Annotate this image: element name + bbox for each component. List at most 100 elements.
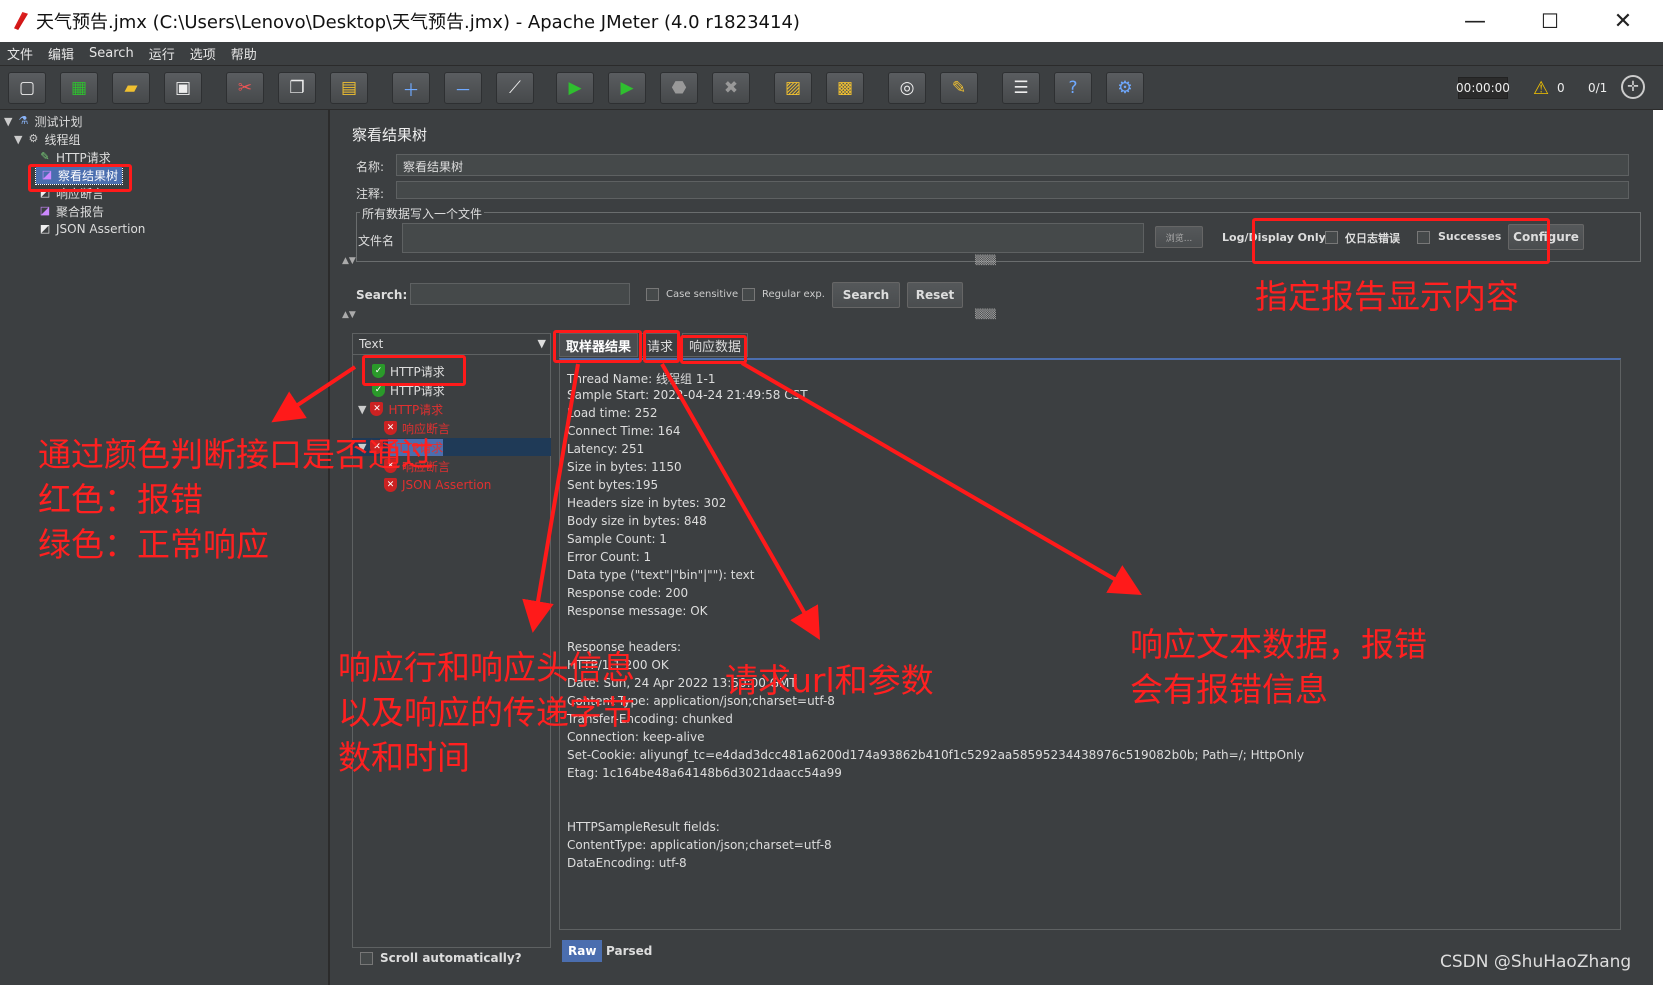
stop-icon[interactable]: ⬣	[660, 72, 698, 104]
function-helper-icon[interactable]: ☰	[1002, 72, 1040, 104]
tree-item-label: 聚合报告	[56, 204, 105, 219]
renderer-select[interactable]: Text ▼	[352, 333, 551, 355]
split-divider[interactable]: ▲▼ ▒▒▒	[340, 256, 1653, 266]
panel-title: 察看结果树	[352, 126, 428, 144]
maximize-button[interactable]: ☐	[1515, 0, 1585, 42]
errors-only-checkbox[interactable]	[1325, 231, 1338, 244]
search-input[interactable]	[410, 283, 630, 305]
detail-line: Sample Start: 2022-04-24 21:49:58 CST	[567, 388, 808, 402]
menu-options[interactable]: 选项	[190, 44, 216, 63]
menu-file[interactable]: 文件	[7, 44, 33, 63]
cut-icon[interactable]: ✂	[226, 72, 264, 104]
success-shield-icon: ✓	[372, 364, 385, 378]
menu-run[interactable]: 运行	[149, 44, 175, 63]
tab-raw[interactable]: Raw	[562, 940, 603, 962]
name-label: 名称:	[356, 160, 385, 174]
search-binoculars-icon[interactable]: ◎	[888, 72, 926, 104]
menu-help[interactable]: 帮助	[231, 44, 257, 63]
minimize-button[interactable]: —	[1440, 0, 1510, 42]
successes-checkbox[interactable]	[1417, 231, 1430, 244]
result-node[interactable]: ✕ 响应断言	[384, 457, 450, 475]
detail-line: Response message: OK	[567, 604, 708, 618]
remote-icon[interactable]: ⚙	[1106, 72, 1144, 104]
expand-icon[interactable]: ＋	[392, 72, 430, 104]
clear-icon[interactable]: ▨	[774, 72, 812, 104]
result-label: HTTP请求	[388, 438, 444, 456]
configure-button[interactable]: Configure	[1508, 224, 1584, 250]
close-button[interactable]: ✕	[1588, 0, 1658, 42]
collapse-triangle-icon[interactable]: ▼	[358, 441, 366, 454]
elapsed-timer: 00:00:00	[1456, 77, 1510, 99]
result-node-selected[interactable]: ▼ ✕ HTTP请求	[352, 438, 551, 456]
pane-splitter[interactable]	[330, 110, 340, 985]
result-label: JSON Assertion	[402, 478, 492, 492]
result-node[interactable]: ▼ ✕ HTTP请求	[358, 400, 443, 418]
detail-line: Etag: 1c164be48a64148b6d3021daacc54a99	[567, 766, 842, 780]
tab-sampler-result[interactable]: 取样器结果	[559, 333, 639, 357]
save-icon[interactable]: ▣	[164, 72, 202, 104]
toolbar: ▢ ▦ ▰ ▣ ✂ ❐ ▤ ＋ － ⟋ ▶ ▶ ⬣ ✖ ▨ ▩ ◎ ✎ ☰ ? …	[0, 66, 1663, 110]
result-node[interactable]: ✓ HTTP请求	[372, 381, 445, 399]
tree-item-response-assertion[interactable]: ◩ 响应断言	[38, 184, 104, 202]
regex-checkbox[interactable]	[742, 288, 755, 301]
search-button[interactable]: Search	[832, 282, 900, 308]
chart-icon: ◪	[39, 204, 51, 217]
tree-item-view-results-tree[interactable]: ◪ 察看结果树	[34, 165, 124, 185]
result-node[interactable]: ✕ 响应断言	[384, 419, 450, 437]
detail-line: Date: Sun, 24 Apr 2022 13:50:00 GMT	[567, 676, 797, 690]
tree-item-test-plan[interactable]: ▼ ⚗ 测试计划	[4, 112, 82, 130]
paste-icon[interactable]: ▤	[330, 72, 368, 104]
tree-item-thread-group[interactable]: ▼ ⚙ 线程组	[14, 130, 80, 148]
result-label: HTTP请求	[390, 364, 445, 379]
tree-item-http-request[interactable]: ✎ HTTP请求	[38, 148, 110, 166]
tab-response-data[interactable]: 响应数据	[682, 333, 749, 357]
tree-item-label: 测试计划	[34, 114, 83, 129]
menu-search[interactable]: Search	[89, 46, 134, 61]
case-sensitive-checkbox[interactable]	[646, 288, 659, 301]
tree-item-aggregate-report[interactable]: ◪ 聚合报告	[38, 202, 104, 220]
error-shield-icon: ✕	[370, 402, 384, 416]
new-icon[interactable]: ▢	[8, 72, 46, 104]
result-label: 响应断言	[402, 459, 451, 474]
copy-icon[interactable]: ❐	[278, 72, 316, 104]
collapse-triangle-icon[interactable]: ▼	[358, 403, 366, 416]
reset-button[interactable]: Reset	[907, 282, 963, 308]
split-divider-2[interactable]: ▲▼ ▒▒▒	[340, 310, 1653, 320]
start-no-pause-icon[interactable]: ▶	[608, 72, 646, 104]
result-node[interactable]: ✕ JSON Assertion	[384, 476, 491, 494]
errors-only-label: 仅日志错误	[1345, 232, 1400, 245]
warning-icon[interactable]: ⚠	[1533, 78, 1549, 99]
reset-search-icon[interactable]: ✎	[940, 72, 978, 104]
detail-line: Latency: 251	[567, 442, 645, 456]
result-tabs: 取样器结果 请求 响应数据	[559, 333, 750, 357]
detail-line: Connection: keep-alive	[567, 730, 705, 744]
tab-request[interactable]: 请求	[640, 333, 681, 357]
collapse-icon[interactable]: －	[444, 72, 482, 104]
open-icon[interactable]: ▰	[112, 72, 150, 104]
templates-icon[interactable]: ▦	[60, 72, 98, 104]
detail-line: Response headers:	[567, 640, 682, 654]
browse-button[interactable]: 浏览...	[1155, 226, 1203, 248]
collapse-triangle-icon[interactable]: ▼	[4, 115, 12, 128]
filename-input[interactable]	[402, 223, 1144, 253]
tab-parsed[interactable]: Parsed	[600, 940, 658, 962]
result-node[interactable]: ✓ HTTP请求	[372, 362, 445, 380]
toggle-icon[interactable]: ⟋	[496, 72, 534, 104]
help-icon[interactable]: ?	[1054, 72, 1092, 104]
shutdown-icon[interactable]: ✖	[712, 72, 750, 104]
detail-line: Data type ("text"|"bin"|""): text	[567, 568, 755, 582]
collapse-triangle-icon[interactable]: ▼	[14, 133, 22, 146]
detail-line: Load time: 252	[567, 406, 658, 420]
start-icon[interactable]: ▶	[556, 72, 594, 104]
clear-all-icon[interactable]: ▩	[826, 72, 864, 104]
name-field[interactable]: 察看结果树	[396, 154, 1629, 176]
window-title: 天气预告.jmx (C:\Users\Lenovo\Desktop\天气预告.j…	[36, 12, 800, 33]
tree-item-label: 响应断言	[56, 186, 105, 201]
menu-bar: 文件 编辑 Search 运行 选项 帮助	[0, 42, 1663, 66]
comment-field[interactable]	[396, 181, 1629, 199]
detail-line: Sample Count: 1	[567, 532, 667, 546]
remote-globe-icon[interactable]: ✛	[1621, 75, 1645, 99]
menu-edit[interactable]: 编辑	[48, 44, 74, 63]
scroll-auto-checkbox[interactable]	[360, 952, 373, 965]
tree-item-json-assertion[interactable]: ◩ JSON Assertion	[38, 220, 146, 238]
